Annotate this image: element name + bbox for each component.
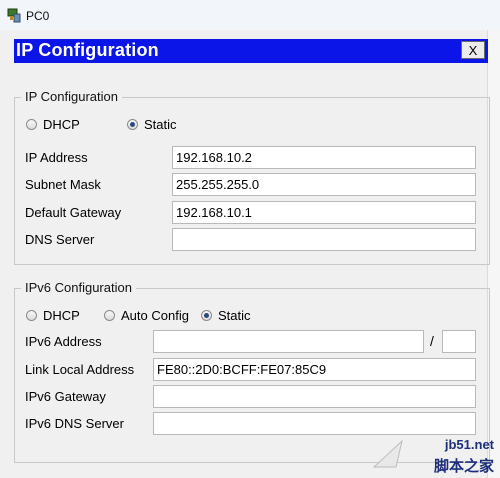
ipv6-address-field[interactable] <box>153 330 424 353</box>
ip-address-label: IP Address <box>25 150 88 165</box>
ipv6-gateway-field[interactable] <box>153 385 476 408</box>
subnet-mask-field[interactable]: 255.255.255.0 <box>172 173 476 196</box>
close-button[interactable]: X <box>461 41 485 59</box>
radio-button-selected-icon <box>201 310 212 321</box>
window-title: PC0 <box>26 9 50 23</box>
dialog-header: IP Configuration X <box>14 39 488 63</box>
ip-address-field[interactable]: 192.168.10.2 <box>172 146 476 169</box>
radio-button-icon <box>26 310 37 321</box>
window-titlebar: PC0 <box>0 0 500 31</box>
default-gateway-label: Default Gateway <box>25 205 122 220</box>
ipv4-dhcp-label: DHCP <box>43 117 80 132</box>
ipv4-static-label: Static <box>144 117 177 132</box>
watermark-logo-icon <box>372 439 403 468</box>
dns-server-label: DNS Server <box>25 232 95 247</box>
ipv6-group-title: IPv6 Configuration <box>21 280 136 295</box>
subnet-mask-label: Subnet Mask <box>25 177 101 192</box>
ipv6-auto-config-label: Auto Config <box>121 308 189 323</box>
pc-app-icon <box>7 8 21 23</box>
prefix-separator: / <box>430 333 434 349</box>
dns-server-field[interactable] <box>172 228 476 251</box>
default-gateway-field[interactable]: 192.168.10.1 <box>172 201 476 224</box>
ipv6-gateway-label: IPv6 Gateway <box>25 389 106 404</box>
ipv6-address-label: IPv6 Address <box>25 334 102 349</box>
dialog-title: IP Configuration <box>16 40 159 60</box>
ipv6-static-label: Static <box>218 308 251 323</box>
watermark-brand: 脚本之家 <box>433 458 494 475</box>
link-local-address-field[interactable]: FE80::2D0:BCFF:FE07:85C9 <box>153 358 476 381</box>
link-local-address-label: Link Local Address <box>25 362 135 377</box>
radio-button-icon <box>26 119 37 130</box>
ipv6-dhcp-label: DHCP <box>43 308 80 323</box>
ipv6-dns-server-label: IPv6 DNS Server <box>25 416 124 431</box>
radio-button-icon <box>104 310 115 321</box>
ipv6-prefix-length-field[interactable] <box>442 330 476 353</box>
watermark-site: jb51.net <box>444 437 494 452</box>
radio-button-selected-icon <box>127 119 138 130</box>
ipv4-group-title: IP Configuration <box>21 89 122 104</box>
ipv6-dns-server-field[interactable] <box>153 412 476 435</box>
